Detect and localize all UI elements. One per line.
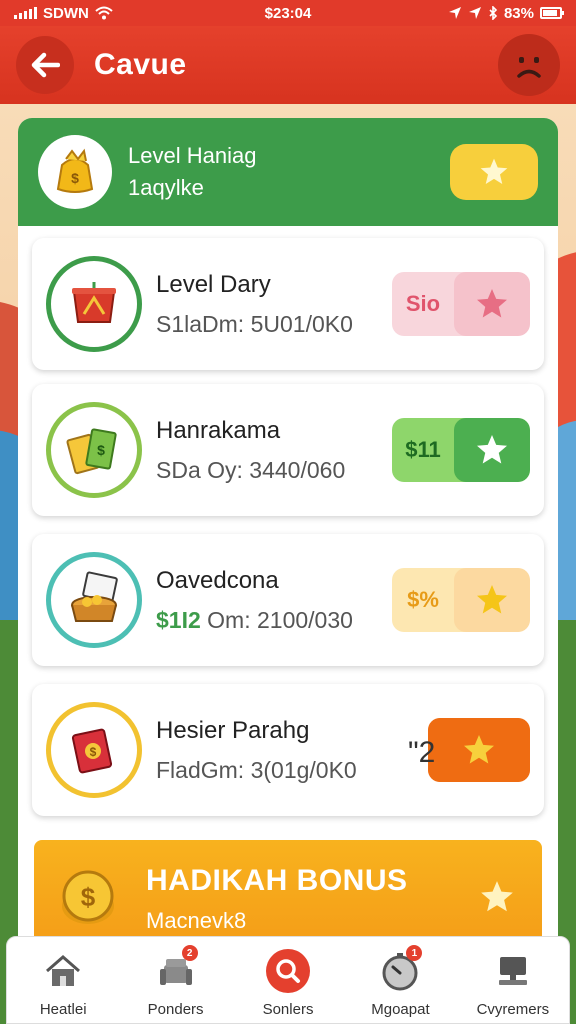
star-icon <box>477 435 507 464</box>
nav-item-search[interactable]: Sonlers <box>232 937 344 1023</box>
computer-icon <box>489 947 537 995</box>
level-star-button[interactable] <box>450 144 538 200</box>
nav-item-stopwatch[interactable]: 1 Mgoapat <box>344 937 456 1023</box>
card-title: Level Dary <box>156 270 271 298</box>
star-icon <box>481 880 513 911</box>
bonus-star-button[interactable] <box>478 878 516 921</box>
card-title: Oavedcona <box>156 566 279 594</box>
reward-card[interactable]: $ Hanrakama SDa Oy: 3440/060 $11 <box>32 384 544 516</box>
card-subtitle-rest: Om: 2100/030 <box>200 606 353 633</box>
bonus-icon-wrap: $ <box>50 858 132 940</box>
stopwatch-icon: 1 <box>376 945 424 995</box>
svg-text:$: $ <box>90 745 97 759</box>
card-icon-ring <box>46 552 142 648</box>
card-subtitle-accent: $1I2 <box>156 606 201 633</box>
svg-text:$: $ <box>81 882 96 912</box>
nav-label: Heatlei <box>39 1001 87 1018</box>
cash-bills-icon: $ <box>66 428 117 475</box>
bonus-subtitle: Macnevk8 <box>146 908 247 933</box>
card-title: Hesier Parahg <box>156 716 310 744</box>
card-buy-button[interactable] <box>428 718 530 782</box>
card-subtitle: S1laDm: 5U01/0K0 <box>156 310 353 337</box>
card-title: Hanrakama <box>156 416 281 444</box>
svg-text:$: $ <box>71 170 79 186</box>
gold-coin-icon: $ <box>62 870 114 924</box>
card-icon-ring <box>46 256 142 352</box>
star-icon <box>477 585 507 614</box>
nav-item-home[interactable]: Heatlei <box>7 937 119 1023</box>
profile-button[interactable] <box>498 34 560 96</box>
red-pot-icon <box>72 282 116 323</box>
red-wallet-icon: $ <box>71 728 113 774</box>
card-quote-mark: "2 <box>408 736 436 769</box>
arrow-left-icon <box>31 52 60 78</box>
level-panel: $ Level Haniag 1aqylke Level Dary S1laDm… <box>18 118 558 958</box>
reward-card[interactable]: Level Dary S1laDm: 5U01/0K0 Sio <box>32 238 544 370</box>
nav-item-computer[interactable]: Cvyremers <box>457 937 569 1023</box>
nav-label: Cvyremers <box>476 1001 550 1018</box>
card-buy-button[interactable]: $11 <box>392 418 530 482</box>
reward-card[interactable]: Oavedcona $1I2 Om: 2100/030 $% <box>32 534 544 666</box>
card-price: $% <box>407 587 439 612</box>
card-price: Sio <box>405 291 441 316</box>
card-subtitle: $1I2 Om: 2100/030 <box>156 607 353 634</box>
chair-icon: 2 <box>152 945 200 995</box>
notification-badge: 2 <box>181 945 198 961</box>
card-star <box>454 568 530 632</box>
level-title: Level Haniag <box>128 143 257 168</box>
nav-item-ponders[interactable]: 2 Ponders <box>119 937 231 1023</box>
bonus-title: HADIKAH BONUS <box>146 864 408 897</box>
sad-face-icon <box>517 57 541 78</box>
nav-label: Mgoapat <box>371 1001 430 1018</box>
card-buy-button[interactable]: $% <box>392 568 530 632</box>
level-badge: $ <box>38 135 112 209</box>
app-header: Cavue <box>0 26 576 104</box>
card-star <box>454 272 530 336</box>
card-price: $11 <box>405 437 441 462</box>
card-subtitle: FladGm: 3(01g/0K0 <box>156 756 357 783</box>
svg-text:$: $ <box>97 442 105 458</box>
status-bar: SDWN $23:04 83% <box>0 0 576 26</box>
card-buy-button[interactable]: Sio <box>392 272 530 336</box>
reward-card[interactable]: $ Hesier Parahg FladGm: 3(01g/0K0 "2 <box>32 684 544 816</box>
basket-icon <box>71 571 118 622</box>
battery-icon <box>540 7 564 19</box>
card-star <box>428 718 530 782</box>
status-time: $23:04 <box>264 4 312 22</box>
gold-bag-icon: $ <box>56 148 94 193</box>
star-icon <box>480 158 508 184</box>
back-button[interactable] <box>16 36 74 94</box>
card-icon-ring: $ <box>46 702 142 798</box>
card-icon-ring: $ <box>46 402 142 498</box>
bottom-navigation: Heatlei 2 Ponders Sonlers 1 Mgoapat Cvyr… <box>6 936 570 1024</box>
level-header: $ Level Haniag 1aqylke <box>18 118 558 226</box>
home-icon <box>39 947 87 995</box>
nav-label: Ponders <box>147 1001 204 1018</box>
star-icon <box>464 735 494 764</box>
page-title: Cavue <box>94 48 187 81</box>
search-icon <box>264 947 312 995</box>
card-subtitle: SDa Oy: 3440/060 <box>156 456 346 483</box>
star-icon <box>477 289 507 318</box>
card-star <box>454 418 530 482</box>
nav-label: Sonlers <box>262 1001 314 1018</box>
level-subtitle: 1aqylke <box>128 175 204 200</box>
